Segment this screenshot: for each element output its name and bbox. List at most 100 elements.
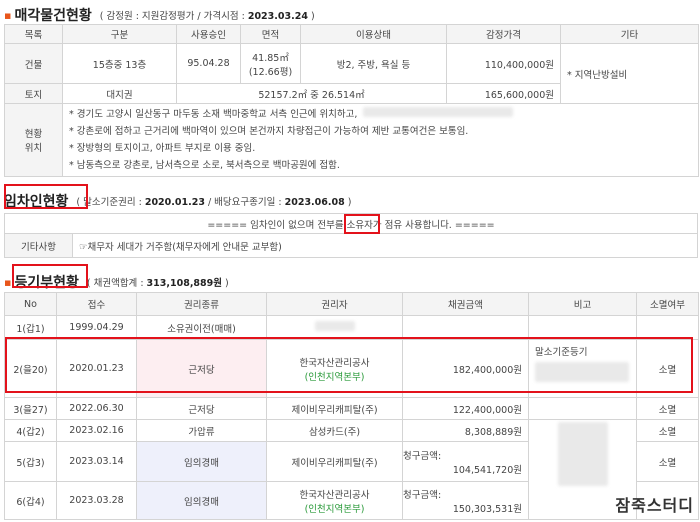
holder-branch: (인천지역본부) — [304, 371, 365, 383]
row-kind: 가압류 — [136, 419, 267, 442]
row-holder: 제이비우리캐피탈(주) — [266, 441, 403, 482]
row-kind: 소유권이전(매매) — [136, 315, 267, 340]
row-holder — [266, 315, 403, 340]
row-holder: 한국자산관리공사 (인천지역본부) — [266, 481, 403, 520]
location-line: * 남동측으로 강촌로, 남서측으로 소로, 북서측으로 백마공원에 접함. — [69, 160, 340, 171]
bullet-icon: ▪ — [4, 8, 12, 22]
watermark: 잠죽스터디 — [615, 496, 694, 515]
etc-text: ☞채무자 세대가 거주함(채무자에게 안내문 교부함) — [72, 233, 698, 258]
redacted-block — [535, 362, 629, 382]
row-status: 소멸 — [636, 397, 699, 420]
tenant-notice: ===== 임차인이 없으며 전부를 소유자가 점유 사용합니다. ===== — [4, 213, 698, 234]
location-line: * 강촌로에 접하고 근거리에 백마역이 있으며 본건까지 차량접근이 가능하여… — [69, 126, 469, 137]
section-heading: 등기부현황 — [14, 275, 79, 291]
row-amount: 청구금액: 150,303,531원 — [402, 481, 529, 520]
row-label-location: 현황 위치 — [4, 103, 63, 177]
land-area: 52157.2㎡ 중 26.514㎡ — [176, 83, 447, 104]
row-status — [636, 315, 699, 340]
area-pyeong: (12.66평) — [248, 66, 293, 78]
row-date: 2023.03.14 — [56, 441, 137, 482]
row-amount: 122,400,000원 — [402, 397, 529, 420]
holder-branch: (인천지역본부) — [304, 503, 365, 515]
note-text: 말소기준등기 — [535, 347, 588, 358]
claim-label: 청구금액: — [403, 450, 442, 462]
section-title-registry: ▪ 등기부현황 ( 채권액합계 : 313,108,889원 ) — [4, 272, 229, 292]
col-header: 목록 — [4, 24, 63, 44]
location-line: * 경기도 고양시 일산동구 마두동 소재 백마중학교 서측 인근에 위치하고, — [69, 106, 698, 123]
row-status: 소멸 — [636, 441, 699, 482]
building-area: 41.85㎡ (12.66평) — [240, 43, 301, 84]
table-row: 2(을20) 2020.01.23 근저당 한국자산관리공사 (인천지역본부) … — [4, 339, 699, 398]
col-header: 감정가격 — [446, 24, 561, 44]
bullet-icon: ▪ — [4, 275, 12, 289]
section-title-tenant: 임차인현황 ( 말소기준권리 : 2020.01.23 / 배당요구종기일 : … — [4, 191, 351, 211]
row-date: 2022.06.30 — [56, 397, 137, 420]
tenant-table: ===== 임차인이 없으며 전부를 소유자가 점유 사용합니다. ===== … — [4, 213, 698, 258]
etc-note: * 지역난방설비 — [560, 43, 699, 104]
row-kind: 근저당 — [136, 397, 267, 420]
row-status: 소멸 — [636, 339, 699, 398]
building-price: 110,400,000원 — [446, 43, 561, 84]
claim-total: 313,108,889원 — [146, 278, 222, 289]
section-subtitle: ( 채권액합계 : 313,108,889원 ) — [86, 278, 229, 289]
row-holder: 제이비우리캐피탈(주) — [266, 397, 403, 420]
row-no: 6(갑4) — [4, 481, 57, 520]
row-amount: 182,400,000원 — [402, 339, 529, 398]
table-header-row: No 접수 권리종류 권리자 채권금액 비고 소멸여부 — [4, 292, 699, 316]
col-header: 면적 — [240, 24, 301, 44]
row-note — [528, 315, 637, 340]
redacted-block — [314, 321, 355, 331]
col-header: 소멸여부 — [636, 292, 699, 316]
usage-status: 방2, 주방, 욕실 등 — [300, 43, 447, 84]
redacted-block — [557, 422, 608, 486]
row-amount: 8,308,889원 — [402, 419, 529, 442]
row-note — [528, 397, 637, 420]
row-kind: 근저당 — [136, 339, 267, 398]
table-header-row: 목록 구분 사용승인 면적 이용상태 감정가격 기타 — [4, 24, 699, 44]
col-header: 비고 — [528, 292, 637, 316]
table-row: 4(갑2) 2023.02.16 가압류 삼성카드(주) 8,308,889원 … — [4, 419, 699, 520]
row-amount: 청구금액: 104,541,720원 — [402, 441, 529, 482]
base-right-date: 2020.01.23 — [144, 197, 205, 208]
claim-amount: 150,303,531원 — [452, 503, 522, 515]
location-description: * 경기도 고양시 일산동구 마두동 소재 백마중학교 서측 인근에 위치하고,… — [62, 103, 699, 177]
row-no: 3(을27) — [4, 397, 57, 420]
location-line: * 장방형의 토지이고, 아파트 부지로 이용 중임. — [69, 143, 256, 154]
land-type: 대지권 — [62, 83, 177, 104]
col-header: No — [4, 292, 57, 316]
col-header: 권리종류 — [136, 292, 267, 316]
section-subtitle: ( 감정원 : 지원감정평가 / 가격시점 : 2023.03.24 ) — [99, 11, 315, 22]
row-label: 건물 — [4, 43, 63, 84]
row-label: 토지 — [4, 83, 63, 104]
col-header: 채권금액 — [402, 292, 529, 316]
table-row-location: 현황 위치 * 경기도 고양시 일산동구 마두동 소재 백마중학교 서측 인근에… — [4, 103, 699, 177]
row-amount — [402, 315, 529, 340]
col-header: 사용승인 — [176, 24, 241, 44]
row-date: 2020.01.23 — [56, 339, 137, 398]
sale-property-table: 목록 구분 사용승인 면적 이용상태 감정가격 기타 건물 15층중 13층 9… — [4, 24, 699, 177]
section-subtitle: ( 말소기준권리 : 2020.01.23 / 배당요구종기일 : 2023.0… — [76, 197, 352, 208]
row-holder: 삼성카드(주) — [266, 419, 403, 442]
table-row: 3(을27) 2022.06.30 근저당 제이비우리캐피탈(주) 122,40… — [4, 397, 699, 420]
area-sqm: 41.85㎡ — [252, 52, 289, 64]
tenant-notice-row: ===== 임차인이 없으며 전부를 소유자가 점유 사용합니다. ===== — [4, 213, 698, 234]
col-header: 권리자 — [266, 292, 403, 316]
row-kind: 임의경매 — [136, 481, 267, 520]
building-type: 15층중 13층 — [62, 43, 177, 84]
col-header: 이용상태 — [300, 24, 447, 44]
col-header: 구분 — [62, 24, 177, 44]
table-row: 1(갑1) 1999.04.29 소유권이전(매매) — [4, 315, 699, 340]
row-kind: 임의경매 — [136, 441, 267, 482]
appraisal-date: 2023.03.24 — [247, 11, 308, 22]
dividend-deadline: 2023.06.08 — [284, 197, 345, 208]
section-heading: 임차인현황 — [4, 194, 69, 210]
etc-label: 기타사항 — [4, 233, 73, 258]
row-no: 1(갑1) — [4, 315, 57, 340]
row-note: 말소기준등기 — [528, 339, 637, 398]
registry-table: No 접수 권리종류 권리자 채권금액 비고 소멸여부 1(갑1) 1999.0… — [4, 292, 699, 520]
owner-highlight: 소유자 — [346, 219, 373, 231]
row-no: 2(을20) — [4, 339, 57, 398]
row-no: 4(갑2) — [4, 419, 57, 442]
redacted-block — [363, 107, 514, 117]
col-header: 접수 — [56, 292, 137, 316]
